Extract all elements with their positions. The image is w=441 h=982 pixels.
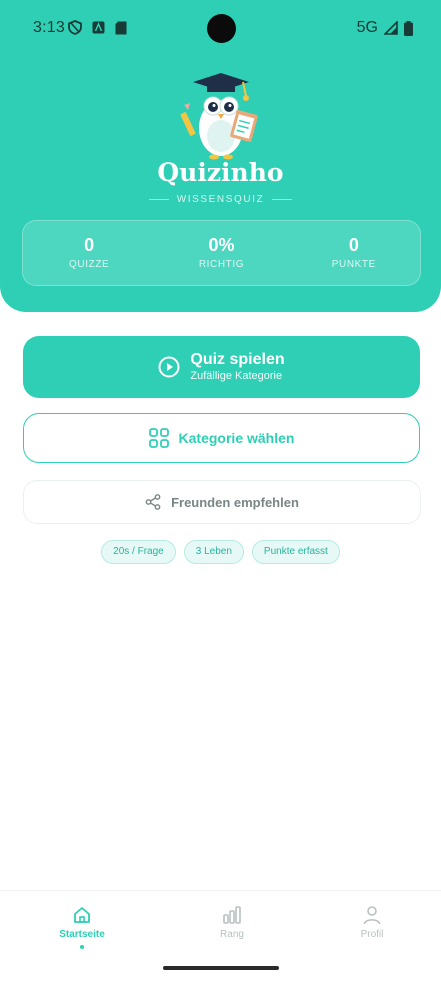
stat-label: PUNKTE: [331, 259, 376, 270]
play-title: Quiz spielen: [190, 351, 285, 368]
feature-chips: 20s / Frage 3 Leben Punkte erfasst: [0, 540, 441, 564]
stat-value: 0: [84, 235, 95, 255]
stat-value: 0: [348, 235, 359, 255]
signal-icon: [384, 21, 398, 35]
stat-value: 0%: [208, 235, 235, 255]
home-indicator[interactable]: [163, 966, 279, 970]
share-label: Freunden empfehlen: [171, 494, 299, 510]
active-indicator: [80, 945, 84, 949]
play-circle-icon: [158, 356, 180, 378]
chip-lives: 3 Leben: [183, 540, 244, 564]
battery-icon: [404, 20, 413, 36]
play-text: Quiz spielen Zufällige Kategorie: [190, 351, 284, 383]
grid-icon: [148, 428, 169, 448]
status-right: 5G: [357, 19, 413, 37]
stat-label: RICHTIG: [198, 259, 245, 270]
nav-label: Startseite: [59, 929, 105, 940]
sd-card-icon: [115, 21, 127, 34]
chip-points: Punkte erfasst: [251, 540, 340, 564]
nav-item-profil[interactable]: Profil: [327, 905, 417, 940]
status-notification-icons: [68, 20, 127, 35]
nav-item-rang[interactable]: Rang: [187, 905, 277, 940]
play-quiz-button[interactable]: Quiz spielen Zufällige Kategorie: [23, 336, 420, 398]
subtitle-row: WISSENSQUIZ: [0, 194, 441, 205]
recommend-friends-button[interactable]: Freunden empfehlen: [23, 480, 421, 524]
network-type: 5G: [356, 19, 378, 36]
nav-label: Profil: [360, 929, 384, 940]
status-bar: 3:13 5G: [0, 0, 441, 58]
stats-panel: 0 QUIZZE 0% RICHTIG 0 PUNKTE: [22, 220, 421, 286]
header: 3:13 5G Quizinho WISSENSQUIZ 0 QUIZZE 0%…: [0, 0, 441, 312]
category-label: Kategorie wählen: [178, 430, 295, 446]
stat-label: QUIZZE: [69, 259, 110, 270]
divider: [272, 199, 293, 200]
status-time: 3:13: [33, 19, 65, 36]
stat-quizze: 0 QUIZZE: [23, 221, 155, 285]
choose-category-button[interactable]: Kategorie wählen: [23, 413, 420, 463]
owl-mascot-logo: [180, 73, 258, 160]
play-subtitle: Zufällige Kategorie: [190, 370, 283, 382]
nav-item-startseite[interactable]: Startseite: [37, 905, 127, 949]
divider: [148, 199, 169, 200]
app-title: Quizinho: [157, 158, 284, 187]
stat-richtig: 0% RICHTIG: [155, 221, 287, 285]
vpn-shield-icon: [68, 20, 82, 35]
share-icon: [145, 494, 161, 510]
bar-chart-icon: [223, 906, 241, 924]
stat-punkte: 0 PUNKTE: [288, 221, 420, 285]
app-subtitle: WISSENSQUIZ: [176, 194, 265, 205]
nav-label: Rang: [220, 929, 244, 940]
home-icon: [74, 907, 90, 923]
person-icon: [363, 906, 381, 925]
camera-cutout: [207, 14, 236, 43]
chip-time-per-question: 20s / Frage: [101, 540, 176, 564]
app-notification-icon: [92, 21, 105, 34]
